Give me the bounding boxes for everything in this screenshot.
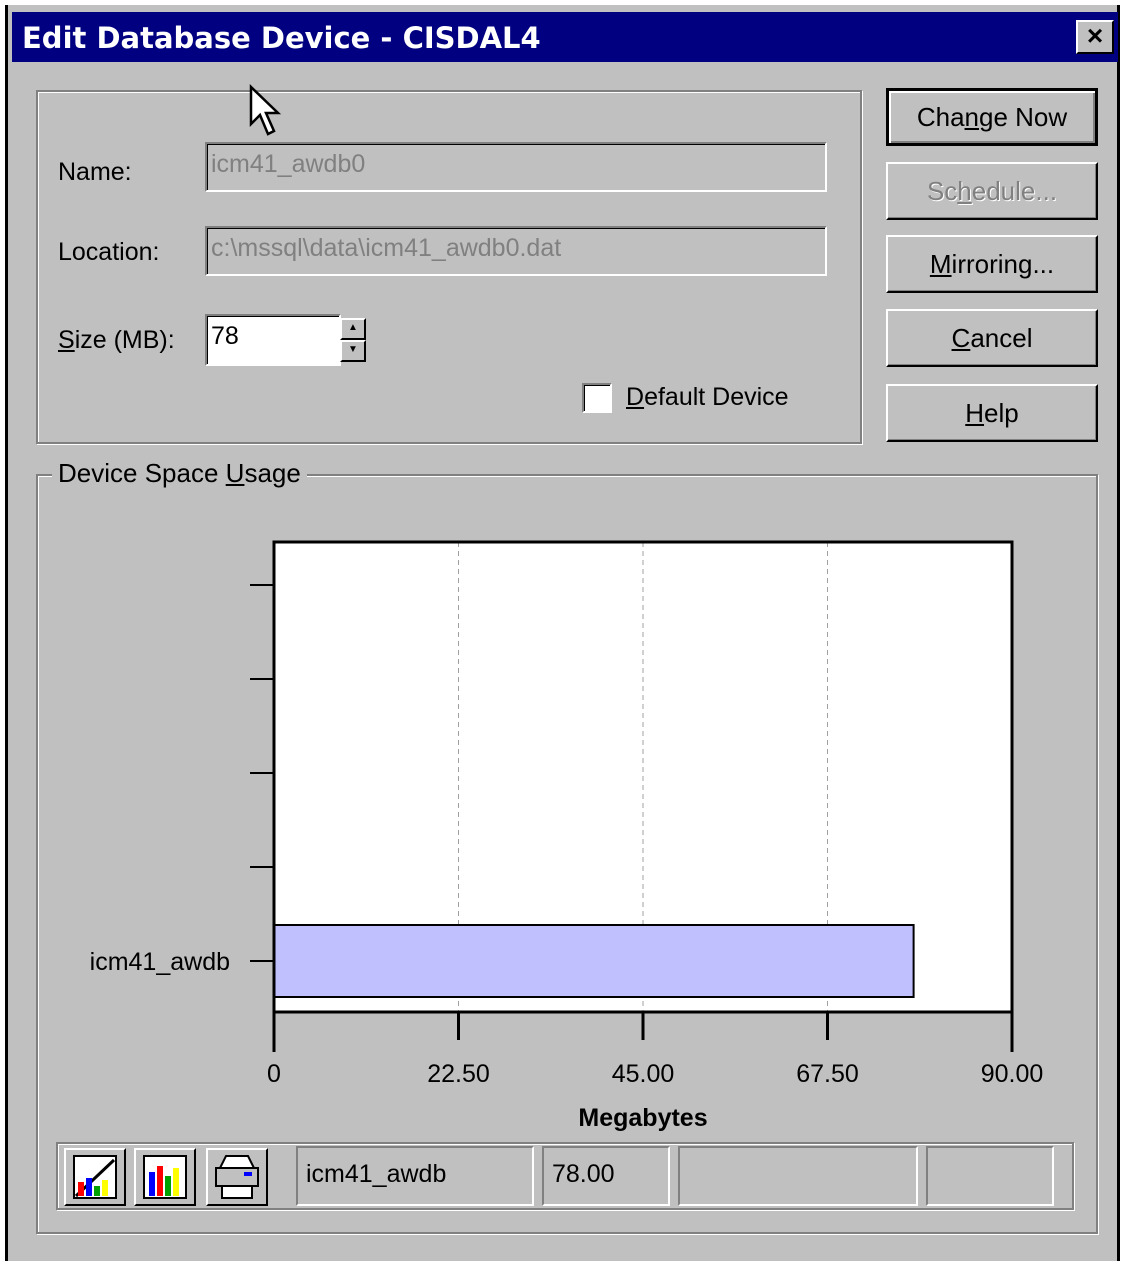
x-tick-label: 67.50 [796, 1060, 859, 1088]
chart-type-button[interactable] [64, 1148, 126, 1206]
chart-type-icon [73, 1155, 117, 1199]
mouse-cursor-icon [249, 84, 282, 136]
x-tick-label: 0 [267, 1060, 281, 1088]
print-icon [215, 1155, 259, 1199]
x-tick-label: 45.00 [612, 1060, 675, 1088]
category-label: icm41_awdb [90, 948, 230, 976]
bar-chart-button[interactable] [134, 1148, 196, 1206]
status-series-name: icm41_awdb [296, 1146, 534, 1206]
status-empty-cell [926, 1146, 1054, 1206]
space-usage-chart: icm41_awdb 0 22.50 45.00 67.50 90.00 Megabytes [90, 540, 1044, 1132]
x-tick-label: 90.00 [981, 1060, 1044, 1088]
bar-chart-icon [143, 1155, 187, 1199]
print-button[interactable] [206, 1148, 268, 1206]
x-axis-title: Megabytes [578, 1104, 707, 1132]
bar [273, 924, 915, 998]
status-empty-cell [678, 1146, 918, 1206]
x-tick-label: 22.50 [427, 1060, 490, 1088]
status-series-value: 78.00 [542, 1146, 670, 1206]
